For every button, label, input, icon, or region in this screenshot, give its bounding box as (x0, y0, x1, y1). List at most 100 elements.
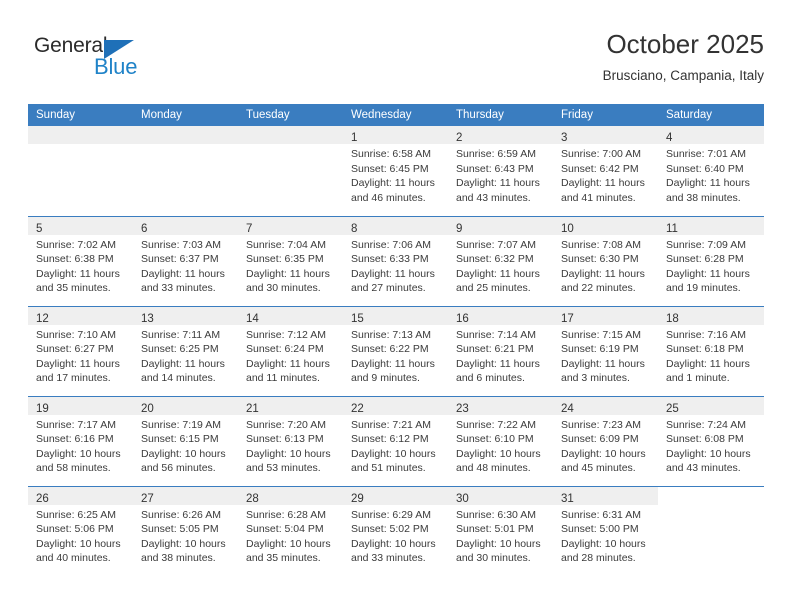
daylight-duration-line2: and 56 minutes. (141, 462, 216, 474)
calendar-day-cell[interactable]: 23 Sunrise: 7:22 AM Sunset: 6:10 PM Dayligh… (448, 395, 553, 486)
sunrise-time: Sunrise: 7:22 AM (456, 418, 536, 431)
sunset-time: Sunset: 6:35 PM (246, 253, 324, 265)
calendar-day-cell[interactable]: 16 Sunrise: 7:14 AM Sunset: 6:21 PM Dayligh… (448, 305, 553, 396)
sunset-time: Sunset: 6:27 PM (36, 343, 114, 355)
calendar-day-cell[interactable]: 31 Sunrise: 6:31 AM Sunset: 5:00 PM Dayligh… (553, 485, 658, 576)
day-number-band: 21 (238, 396, 343, 415)
calendar-day-cell[interactable]: 8 Sunrise: 7:06 AM Sunset: 6:33 PM Daylight… (343, 215, 448, 306)
day-number-band: 22 (343, 396, 448, 415)
calendar-day-cell[interactable]: 10 Sunrise: 7:08 AM Sunset: 6:30 PM Dayligh… (553, 215, 658, 306)
calendar-day-cell[interactable]: 17 Sunrise: 7:15 AM Sunset: 6:19 PM Dayligh… (553, 305, 658, 396)
day-number: 20 (141, 402, 154, 415)
sunrise-time: Sunrise: 6:30 AM (456, 508, 536, 521)
calendar-day-cell[interactable]: 13 Sunrise: 7:11 AM Sunset: 6:25 PM Dayligh… (133, 305, 238, 396)
day-cell-content: 3 Sunrise: 7:00 AM Sunset: 6:42 PM Daylight… (553, 126, 658, 216)
sunset-time: Sunset: 5:01 PM (456, 523, 534, 535)
daylight-duration-line1: Daylight: 10 hours (561, 537, 646, 550)
day-details: Sunrise: 7:11 AM Sunset: 6:25 PM Daylight:… (133, 325, 238, 386)
daylight-duration-line1: Daylight: 11 hours (141, 357, 225, 370)
sunset-time: Sunset: 6:12 PM (351, 433, 429, 445)
day-number-band: 11 (658, 216, 764, 235)
calendar-day-cell[interactable]: 29 Sunrise: 6:29 AM Sunset: 5:02 PM Dayligh… (343, 485, 448, 576)
day-details: Sunrise: 7:12 AM Sunset: 6:24 PM Daylight:… (238, 325, 343, 386)
calendar-day-cell[interactable]: 25 Sunrise: 7:24 AM Sunset: 6:08 PM Dayligh… (658, 395, 764, 486)
calendar-day-cell[interactable]: 14 Sunrise: 7:12 AM Sunset: 6:24 PM Dayligh… (238, 305, 343, 396)
calendar-day-cell (28, 126, 133, 216)
day-cell-content: 30 Sunrise: 6:30 AM Sunset: 5:01 PM Dayligh… (448, 486, 553, 577)
calendar-day-cell[interactable]: 27 Sunrise: 6:26 AM Sunset: 5:05 PM Dayligh… (133, 485, 238, 576)
day-number-band: 29 (343, 486, 448, 505)
day-number: 10 (561, 222, 574, 235)
sunrise-time: Sunrise: 7:15 AM (561, 328, 641, 341)
calendar-day-cell[interactable]: 1 Sunrise: 6:58 AM Sunset: 6:45 PM Daylight… (343, 126, 448, 216)
calendar-day-cell[interactable]: 26 Sunrise: 6:25 AM Sunset: 5:06 PM Dayligh… (28, 485, 133, 577)
day-details: Sunrise: 7:03 AM Sunset: 6:37 PM Daylight:… (133, 235, 238, 296)
day-number-band: 1 (343, 126, 448, 144)
sunrise-time: Sunrise: 6:59 AM (456, 148, 536, 160)
day-cell-content: 9 Sunrise: 7:07 AM Sunset: 6:32 PM Daylight… (448, 216, 553, 306)
day-number: 30 (456, 492, 469, 505)
weekday-header-friday: Friday (553, 104, 658, 126)
day-number-band: 28 (238, 486, 343, 505)
calendar-day-cell[interactable]: 5 Sunrise: 7:02 AM Sunset: 6:38 PM Daylight… (28, 215, 133, 306)
page-header: General Blue October 2025 Brusciano, Cam… (28, 28, 764, 96)
calendar-day-cell[interactable]: 24 Sunrise: 7:23 AM Sunset: 6:09 PM Dayligh… (553, 395, 658, 486)
day-number-band: 8 (343, 216, 448, 235)
day-number: 16 (456, 312, 469, 325)
day-details: Sunrise: 6:30 AM Sunset: 5:01 PM Daylight:… (448, 505, 553, 566)
calendar-day-cell[interactable]: 21 Sunrise: 7:20 AM Sunset: 6:13 PM Dayligh… (238, 395, 343, 486)
daylight-duration-line1: Daylight: 10 hours (351, 537, 436, 550)
daylight-duration-line2: and 3 minutes. (561, 372, 630, 384)
daylight-duration-line1: Daylight: 10 hours (561, 447, 646, 460)
calendar-day-cell[interactable]: 20 Sunrise: 7:19 AM Sunset: 6:15 PM Dayligh… (133, 395, 238, 486)
sunset-time: Sunset: 6:08 PM (666, 433, 744, 445)
calendar-day-cell (658, 485, 764, 576)
calendar-day-cell[interactable]: 22 Sunrise: 7:21 AM Sunset: 6:12 PM Dayligh… (343, 395, 448, 486)
day-number: 31 (561, 492, 574, 505)
sunrise-time: Sunrise: 6:26 AM (141, 508, 221, 521)
calendar-day-cell[interactable]: 4 Sunrise: 7:01 AM Sunset: 6:40 PM Daylight… (658, 126, 764, 216)
daylight-duration-line2: and 33 minutes. (141, 282, 216, 294)
day-number-band: 20 (133, 396, 238, 415)
calendar-day-cell[interactable]: 2 Sunrise: 6:59 AM Sunset: 6:43 PM Daylight… (448, 126, 553, 216)
day-number-band: 5 (28, 216, 133, 235)
calendar-day-cell[interactable]: 9 Sunrise: 7:07 AM Sunset: 6:32 PM Daylight… (448, 215, 553, 306)
day-number-band: 23 (448, 396, 553, 415)
daylight-duration-line2: and 30 minutes. (456, 552, 531, 564)
sunset-time: Sunset: 5:00 PM (561, 523, 639, 535)
daylight-duration-line1: Daylight: 10 hours (36, 537, 121, 550)
calendar-day-cell[interactable]: 6 Sunrise: 7:03 AM Sunset: 6:37 PM Daylight… (133, 215, 238, 306)
day-number: 14 (246, 312, 259, 325)
calendar-day-cell[interactable]: 28 Sunrise: 6:28 AM Sunset: 5:04 PM Dayligh… (238, 485, 343, 576)
sunset-time: Sunset: 6:43 PM (456, 162, 534, 175)
daylight-duration-line1: Daylight: 11 hours (561, 267, 645, 280)
sunrise-time: Sunrise: 7:11 AM (141, 328, 221, 341)
calendar-day-cell[interactable]: 11 Sunrise: 7:09 AM Sunset: 6:28 PM Dayligh… (658, 215, 764, 306)
daylight-duration-line1: Daylight: 10 hours (666, 447, 751, 460)
day-number: 13 (141, 312, 154, 325)
day-cell-content: 19 Sunrise: 7:17 AM Sunset: 6:16 PM Dayligh… (28, 396, 133, 486)
day-number-band: 14 (238, 306, 343, 325)
weekday-header-monday: Monday (133, 104, 238, 126)
calendar-day-cell[interactable]: 7 Sunrise: 7:04 AM Sunset: 6:35 PM Daylight… (238, 215, 343, 306)
sunset-time: Sunset: 6:30 PM (561, 253, 639, 265)
day-number: 12 (36, 312, 49, 325)
calendar-day-cell[interactable]: 19 Sunrise: 7:17 AM Sunset: 6:16 PM Dayligh… (28, 395, 133, 486)
daylight-duration-line2: and 11 minutes. (246, 372, 320, 384)
title-block: October 2025 Brusciano, Campania, Italy (603, 28, 764, 86)
daylight-duration-line2: and 38 minutes. (666, 191, 741, 204)
calendar-week-row: 26 Sunrise: 6:25 AM Sunset: 5:06 PM Dayligh… (28, 485, 764, 577)
day-cell-content: 26 Sunrise: 6:25 AM Sunset: 5:06 PM Dayligh… (28, 486, 133, 577)
calendar-day-cell[interactable]: 15 Sunrise: 7:13 AM Sunset: 6:22 PM Dayligh… (343, 305, 448, 396)
day-number-band: 9 (448, 216, 553, 235)
calendar-day-cell[interactable]: 3 Sunrise: 7:00 AM Sunset: 6:42 PM Daylight… (553, 126, 658, 216)
sunrise-time: Sunrise: 6:28 AM (246, 508, 326, 521)
day-number-band: 2 (448, 126, 553, 144)
daylight-duration-line1: Daylight: 10 hours (141, 537, 226, 550)
day-number-band (28, 126, 133, 144)
calendar-day-cell[interactable]: 30 Sunrise: 6:30 AM Sunset: 5:01 PM Dayligh… (448, 485, 553, 577)
day-cell-content: 11 Sunrise: 7:09 AM Sunset: 6:28 PM Dayligh… (658, 216, 764, 306)
calendar-day-cell[interactable]: 18 Sunrise: 7:16 AM Sunset: 6:18 PM Dayligh… (658, 305, 764, 396)
calendar-day-cell[interactable]: 12 Sunrise: 7:10 AM Sunset: 6:27 PM Dayligh… (28, 305, 133, 396)
daylight-duration-line1: Daylight: 10 hours (246, 537, 331, 550)
